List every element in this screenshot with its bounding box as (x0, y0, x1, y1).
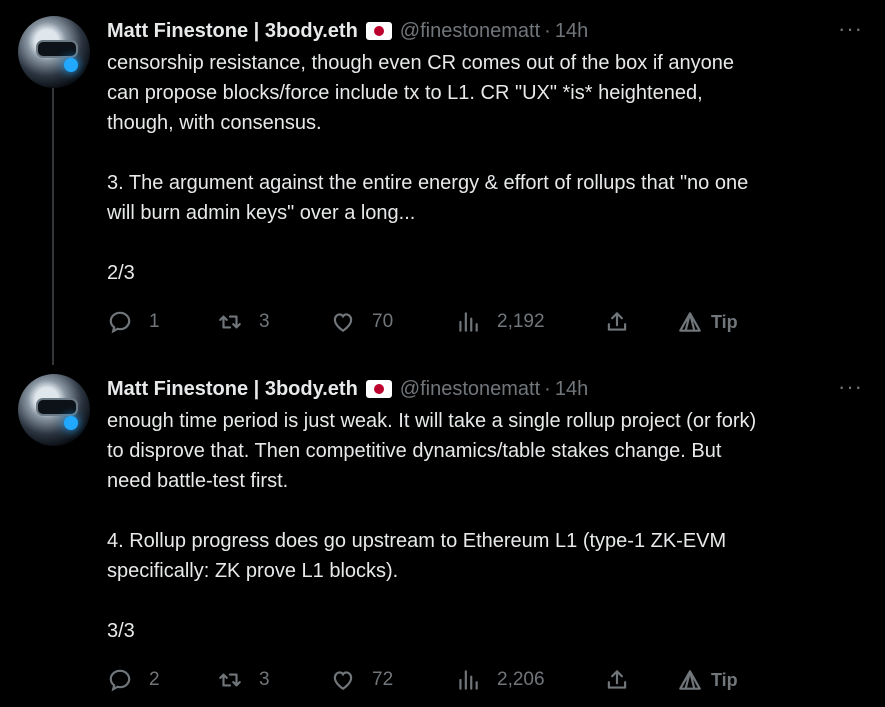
share-button[interactable] (604, 308, 630, 336)
tweet-line: 2/3 (107, 262, 135, 284)
retweet-count: 3 (259, 311, 270, 332)
reply-icon (109, 669, 131, 692)
like-icon (333, 671, 353, 690)
reply-count: 2 (149, 669, 160, 690)
tip-button[interactable]: Tip (677, 666, 738, 694)
retweet-count: 3 (259, 669, 270, 690)
tweet-line: though, with consensus. (107, 112, 322, 134)
tweet-line: specifically: ZK prove L1 blocks). (107, 560, 399, 582)
tweet-line: 3/3 (107, 620, 135, 642)
views-count: 2,192 (497, 311, 545, 332)
author-name[interactable]: Matt Finestone | 3body.eth (107, 378, 358, 401)
views-count: 2,206 (497, 669, 545, 690)
avatar[interactable] (18, 16, 90, 88)
avatar-visor-shape (36, 40, 78, 58)
tweet-header: Matt Finestone | 3body.eth @finestonemat… (107, 19, 588, 43)
timestamp[interactable]: 14h (555, 378, 588, 401)
retweet-icon (219, 315, 241, 329)
tweet-text: enough time period is just weak. It will… (107, 406, 867, 646)
reply-count: 1 (149, 311, 160, 332)
views-icon (459, 670, 478, 690)
share-icon (607, 670, 627, 689)
tweet-1[interactable]: Matt Finestone | 3body.eth @finestonemat… (0, 0, 885, 358)
tweet-line: 4. Rollup progress does go upstream to E… (107, 530, 727, 552)
timestamp[interactable]: 14h (555, 20, 588, 43)
tweet-line: censorship resistance, though even CR co… (107, 52, 735, 74)
author-handle[interactable]: @finestonematt (400, 378, 540, 401)
tweet-2[interactable]: Matt Finestone | 3body.eth @finestonemat… (0, 358, 885, 707)
avatar-visor-shape (36, 398, 78, 416)
like-count: 72 (372, 669, 394, 690)
avatar-glow-shape (64, 58, 78, 72)
author-handle[interactable]: @finestonematt (400, 20, 540, 43)
tip-label: Tip (711, 311, 738, 332)
retweet-button[interactable]: 3 (217, 308, 270, 336)
share-icon (607, 312, 627, 331)
avatar[interactable] (18, 374, 90, 446)
action-bar: 2 3 72 2,206 Tip (107, 666, 767, 694)
tip-label: Tip (711, 669, 738, 690)
separator-dot: · (544, 377, 551, 400)
like-icon (333, 313, 353, 332)
tweet-header: Matt Finestone | 3body.eth @finestonemat… (107, 377, 588, 401)
tweet-line: can propose blocks/force include tx to L… (107, 82, 703, 104)
like-button[interactable]: 70 (330, 308, 393, 336)
views-button[interactable]: 2,206 (455, 666, 545, 694)
japan-flag-icon (365, 380, 392, 398)
tweet-line: 3. The argument against the entire energ… (107, 172, 749, 194)
japan-flag-icon (365, 22, 392, 40)
reply-icon (109, 311, 131, 334)
separator-dot: · (544, 19, 551, 42)
tip-icon (679, 312, 701, 332)
reply-button[interactable]: 2 (107, 666, 160, 694)
avatar-glow-shape (64, 416, 78, 430)
retweet-button[interactable]: 3 (217, 666, 270, 694)
more-icon[interactable]: ··· (838, 16, 863, 42)
views-icon (459, 312, 478, 332)
tip-button[interactable]: Tip (677, 308, 738, 336)
tweet-line: will burn admin keys" over a long... (107, 202, 416, 224)
like-button[interactable]: 72 (330, 666, 393, 694)
tweet-line: to disprove that. Then competitive dynam… (107, 440, 722, 462)
retweet-icon (219, 673, 241, 687)
tweet-line: enough time period is just weak. It will… (107, 410, 757, 432)
like-count: 70 (372, 311, 394, 332)
action-bar: 1 3 70 2,192 Tip (107, 308, 767, 336)
tweet-text: censorship resistance, though even CR co… (107, 48, 867, 288)
share-button[interactable] (604, 666, 630, 694)
tip-icon (679, 670, 701, 690)
reply-button[interactable]: 1 (107, 308, 160, 336)
author-name[interactable]: Matt Finestone | 3body.eth (107, 20, 358, 43)
tweet-line: need battle-test first. (107, 470, 289, 492)
views-button[interactable]: 2,192 (455, 308, 545, 336)
more-icon[interactable]: ··· (838, 374, 863, 400)
